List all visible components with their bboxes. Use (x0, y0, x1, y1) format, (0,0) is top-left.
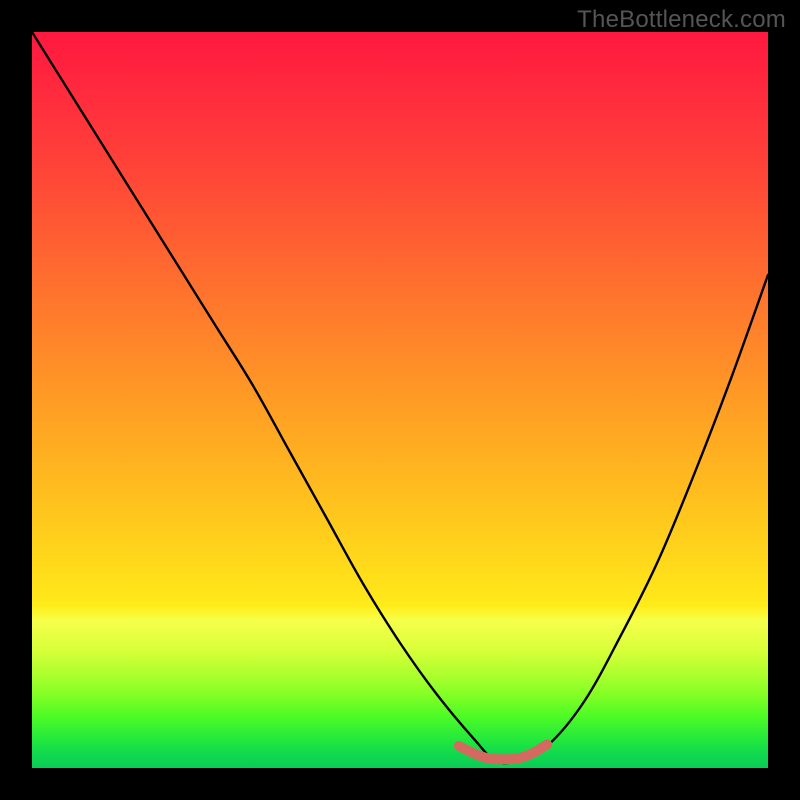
bottleneck-curve (32, 32, 768, 763)
chart-frame: TheBottleneck.com (0, 0, 800, 800)
curve-layer (32, 32, 768, 768)
optimal-marker (459, 744, 547, 759)
plot-area (32, 32, 768, 768)
watermark-text: TheBottleneck.com (577, 6, 786, 34)
